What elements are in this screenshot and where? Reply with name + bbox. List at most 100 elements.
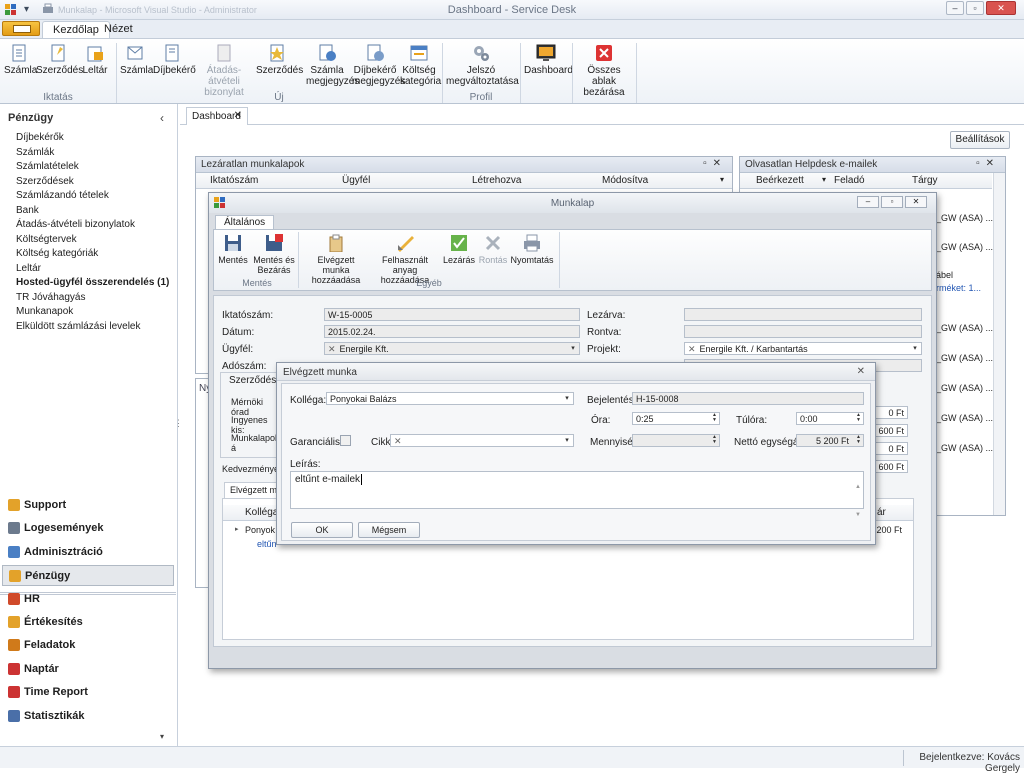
sidebar-item[interactable]: Számlatételek <box>16 161 79 172</box>
overtime-field[interactable]: 0:00 ▲ ▼ <box>796 412 864 425</box>
sidebar-item[interactable]: TR Jóváhagyás <box>16 292 85 303</box>
email-cell[interactable]: ábel <box>936 270 953 280</box>
sidebar-item[interactable]: Leltár <box>16 263 41 274</box>
dashboard-button[interactable]: Dashboard <box>524 41 573 93</box>
cancel-button[interactable]: Mégsem <box>358 522 420 538</box>
sidebar-item[interactable]: Költségtervek <box>16 234 77 245</box>
email-cell[interactable]: _GW (ASA) ... <box>936 353 993 363</box>
module-0[interactable]: Support <box>2 495 174 516</box>
worksheet-close-button[interactable]: ✕ <box>905 196 927 208</box>
close-window-button[interactable]: ✕ <box>986 1 1016 15</box>
dialog-close-icon[interactable]: ✕ <box>857 366 865 377</box>
save-button[interactable]: Mentés <box>216 234 250 265</box>
close-worksheet-button[interactable]: Lezárás <box>442 234 476 265</box>
sidebar-item[interactable]: Költség kategóriák <box>16 248 98 259</box>
payment-request-note-button[interactable]: Díjbekérő megjegyzés <box>352 41 405 93</box>
tab-dashboard[interactable]: Dashboard ✕ <box>186 107 248 125</box>
printer-icon <box>524 234 540 252</box>
hours-field[interactable]: 0:25 ▲ ▼ <box>632 412 720 425</box>
maximize-button[interactable]: ▫ <box>966 1 984 15</box>
module-8[interactable]: Time Report <box>2 682 174 703</box>
reference-number-field[interactable]: W-15-0005 <box>324 308 580 321</box>
sidebar-item[interactable]: Díjbekérők <box>16 132 64 143</box>
module-icon <box>8 639 20 652</box>
module-2[interactable]: Adminisztráció <box>2 542 174 563</box>
window-titlebar: ▾ Munkalap - Microsoft Visual Studio - A… <box>0 0 1024 20</box>
email-cell[interactable]: _GW (ASA) ... <box>936 323 993 333</box>
panel-buttons[interactable]: ▫✕ <box>703 158 727 169</box>
module-7[interactable]: Naptár <box>2 659 174 680</box>
cost-category-button[interactable]: Költség kategória <box>400 41 441 93</box>
minimize-button[interactable]: – <box>946 1 964 15</box>
module-9[interactable]: Statisztikák <box>2 706 174 727</box>
sidebar-item[interactable]: Bank <box>16 205 39 216</box>
table-row[interactable]: Ponyok <box>245 525 275 535</box>
email-cell[interactable]: _GW (ASA) ... <box>936 413 993 423</box>
new-invoice-button[interactable]: Számla <box>4 41 37 93</box>
report-field[interactable]: H-15-0008 <box>632 392 864 405</box>
email-cell[interactable]: _GW (ASA) ... <box>936 242 993 252</box>
worksheet-maximize-button[interactable]: ▫ <box>881 196 903 208</box>
customer-field[interactable]: ✕ Energile Kft. ▾ <box>324 342 580 355</box>
tab-view[interactable]: Nézet <box>96 21 141 38</box>
void-x-icon <box>485 235 501 251</box>
item-field[interactable]: ✕ ▾ <box>390 434 574 447</box>
sidebar-item[interactable]: Hosted-ügyfél összerendelés (1) <box>16 277 169 288</box>
tab-general[interactable]: Általános <box>215 215 275 230</box>
invoice-note-button[interactable]: Számla megjegyzés <box>306 41 359 93</box>
floppy-icon <box>225 235 241 251</box>
close-all-windows-button[interactable]: Összes ablak bezárása <box>576 41 632 98</box>
change-password-button[interactable]: Jelszó megváltoztatása <box>446 41 519 93</box>
sidebar-item[interactable]: Elküldött számlázási levelek <box>16 321 141 332</box>
print-button[interactable]: Nyomtatás <box>510 234 554 265</box>
sidebar-item[interactable]: Munkanapok <box>16 306 73 317</box>
handover-receipt-icon <box>217 44 231 62</box>
sidebar-item[interactable]: Számlák <box>16 147 54 158</box>
net-unit-price-field[interactable]: 5 200 Ft ▲ ▼ <box>796 434 864 447</box>
worksheet-minimize-button[interactable]: – <box>857 196 879 208</box>
clipboard-icon <box>329 234 343 252</box>
ribbon-group-uj: Új <box>274 92 284 103</box>
voided-field[interactable] <box>684 325 922 338</box>
more-modules-icon[interactable]: ▾ <box>160 732 164 741</box>
colleague-field[interactable]: Ponyokai Balázs ▾ <box>326 392 574 405</box>
save-and-close-button[interactable]: Mentés és Bezárás <box>252 234 296 275</box>
module-6[interactable]: Feladatok <box>2 635 174 656</box>
panel-buttons[interactable]: ▫✕ <box>976 158 1000 169</box>
module-5[interactable]: Értékesítés <box>2 612 174 633</box>
new-inventory-button[interactable]: Leltár <box>82 41 108 93</box>
email-cell[interactable]: rméket: 1... <box>936 283 981 293</box>
module-4[interactable]: HR <box>2 589 174 610</box>
email-cell[interactable]: _GW (ASA) ... <box>936 443 993 453</box>
email-cell[interactable]: _GW (ASA) ... <box>936 213 993 223</box>
scrollbar-vertical[interactable] <box>993 173 1005 515</box>
invoice-button[interactable]: Számla <box>120 41 153 93</box>
new-contract-button[interactable]: Szerződés <box>36 41 83 93</box>
payment-request-button[interactable]: Díjbekérő <box>153 41 196 93</box>
sidebar-item[interactable]: Számlázandó tételek <box>16 190 109 201</box>
project-field[interactable]: ✕ Energile Kft. / Karbantartás ▾ <box>684 342 922 355</box>
ribbon-group-iktatas: Iktatás <box>43 92 73 103</box>
file-menu-button[interactable] <box>2 21 40 36</box>
sort-icon[interactable]: ▾ <box>720 175 724 184</box>
quantity-field[interactable]: ▲ ▼ <box>632 434 720 447</box>
closed-field[interactable] <box>684 308 922 321</box>
ribbon-tabs <box>0 20 1024 38</box>
module-3[interactable]: Pénzügy <box>2 565 174 587</box>
void-button[interactable]: Rontás <box>478 234 508 265</box>
sidebar-item[interactable]: Átadás-átvételi bizonylatok <box>16 219 135 230</box>
contract-button[interactable]: Szerződés <box>256 41 303 93</box>
settings-button[interactable]: Beállítások <box>950 131 1010 149</box>
contract-group: Szerződéses Mérnöki órad Ingyenes kis: M… <box>220 372 287 458</box>
collapse-sidebar-icon[interactable]: ‹ <box>160 111 164 125</box>
sidebar-item[interactable]: Szerződések <box>16 176 74 187</box>
close-tab-icon[interactable]: ✕ <box>234 110 242 121</box>
email-cell[interactable]: _GW (ASA) ... <box>936 383 993 393</box>
description-textarea[interactable]: eltűnt e-mailek ▲ ▼ <box>290 471 864 518</box>
handover-receipt-button[interactable]: Átadás-átvételi bizonylat <box>194 41 254 98</box>
module-1[interactable]: Logesemények <box>2 518 174 539</box>
warranty-checkbox[interactable] <box>340 435 351 446</box>
ok-button[interactable]: OK <box>291 522 353 538</box>
date-field[interactable]: 2015.02.24. <box>324 325 580 338</box>
payment-note-icon <box>367 44 384 61</box>
